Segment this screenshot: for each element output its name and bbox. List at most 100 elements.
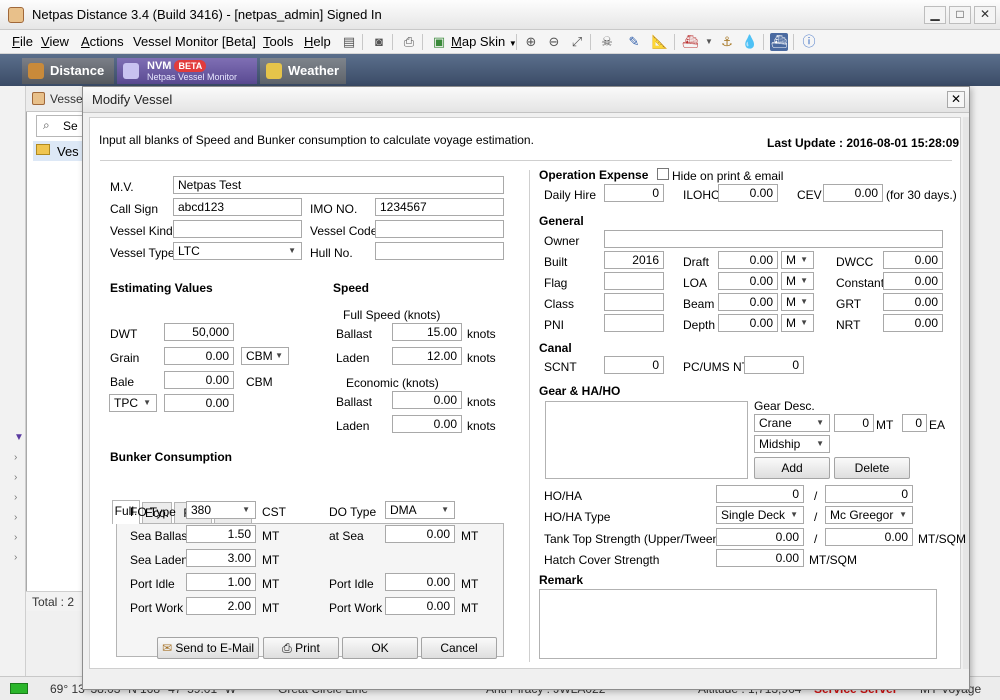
beam-unit-select[interactable]: M ▼ — [781, 293, 814, 311]
chevron-down-icon[interactable]: ▼ — [700, 33, 718, 51]
dwcc-field[interactable]: 0.00 — [883, 251, 943, 269]
eco-ballast-speed-field[interactable]: 0.00 — [392, 391, 462, 409]
hatch-cover-field[interactable]: 0.00 — [716, 549, 804, 567]
port-work-field[interactable]: 2.00 — [186, 597, 256, 615]
chevron-down-icon[interactable]: ▼ — [14, 432, 24, 443]
eco-laden-speed-field[interactable]: 0.00 — [392, 415, 462, 433]
do-port-work-field[interactable]: 0.00 — [385, 597, 455, 615]
owner-field[interactable] — [604, 230, 943, 248]
vessel-folder-item[interactable]: Ves — [33, 141, 86, 161]
call-sign-field[interactable]: abcd123 — [173, 198, 302, 216]
chevron-right-icon[interactable]: › — [14, 472, 17, 483]
ilohc-field[interactable]: 0.00 — [718, 184, 778, 202]
ha-field[interactable]: 0 — [825, 485, 913, 503]
vessel-search-input[interactable]: ⌕ Se — [36, 115, 86, 137]
full-ballast-speed-field[interactable]: 15.00 — [392, 323, 462, 341]
menu-view[interactable]: View — [41, 34, 69, 49]
grain-unit-select[interactable]: CBM ▼ — [241, 347, 289, 365]
ruler-icon[interactable]: 📐 — [651, 33, 669, 51]
notepad-icon[interactable]: ▤ — [340, 33, 358, 51]
nrt-field[interactable]: 0.00 — [883, 314, 943, 332]
remark-textarea[interactable] — [539, 589, 937, 659]
constant-field[interactable]: 0.00 — [883, 272, 943, 290]
hoha-type-select[interactable]: Single Deck ▼ — [716, 506, 804, 524]
vessel-type-select[interactable]: LTC ▼ — [173, 242, 302, 260]
print-button[interactable]: ⎙ Print — [263, 637, 339, 659]
depth-field[interactable]: 0.00 — [718, 314, 778, 332]
ho-field[interactable]: 0 — [716, 485, 804, 503]
chevron-right-icon[interactable]: › — [14, 552, 17, 563]
hide-on-print-checkbox[interactable] — [657, 168, 669, 180]
do-type-select[interactable]: DMA ▼ — [385, 501, 455, 519]
add-gear-button[interactable]: Add — [754, 457, 830, 479]
mv-field[interactable]: Netpas Test — [173, 176, 504, 194]
chevron-right-icon[interactable]: › — [14, 532, 17, 543]
delete-gear-button[interactable]: Delete — [834, 457, 910, 479]
edit-route-icon[interactable]: ✎ — [625, 33, 643, 51]
zoom-out-icon[interactable]: ⊖ — [545, 33, 563, 51]
minimize-button[interactable]: ▁ — [924, 6, 946, 24]
gear-type-select[interactable]: Crane ▼ — [754, 414, 830, 432]
pirate-icon[interactable]: ☠ — [598, 33, 616, 51]
tpc-select[interactable]: TPC ▼ — [109, 394, 157, 412]
tab-weather[interactable]: Weather — [260, 58, 346, 84]
hatch-type-select[interactable]: Mc Greegor ▼ — [825, 506, 913, 524]
fit-screen-icon[interactable]: ⤢ — [568, 33, 586, 51]
menu-actions[interactable]: Actions — [81, 34, 124, 49]
hull-no-field[interactable] — [375, 242, 504, 260]
close-app-button[interactable]: ✕ — [974, 6, 996, 24]
tank-top-tween-field[interactable]: 0.00 — [825, 528, 913, 546]
map-skin-menu[interactable]: Map Skin ▼ — [451, 34, 517, 49]
gear-mt-field[interactable]: 0 — [834, 414, 874, 432]
depth-unit-select[interactable]: M ▼ — [781, 314, 814, 332]
tpc-field[interactable]: 0.00 — [164, 394, 234, 412]
menu-vessel-monitor[interactable]: Vessel Monitor [Beta] — [133, 34, 256, 49]
dialog-scrollbar[interactable] — [963, 117, 969, 669]
drop-icon[interactable]: 💧 — [741, 33, 759, 51]
daily-hire-field[interactable]: 0 — [604, 184, 664, 202]
menu-file[interactable]: File — [12, 34, 33, 49]
send-email-button[interactable]: ✉ Send to E-Mail — [157, 637, 259, 659]
chevron-right-icon[interactable]: › — [14, 492, 17, 503]
full-laden-speed-field[interactable]: 12.00 — [392, 347, 462, 365]
chevron-right-icon[interactable]: › — [14, 452, 17, 463]
zoom-in-icon[interactable]: ⊕ — [522, 33, 540, 51]
built-field[interactable]: 2016 — [604, 251, 664, 269]
cev-field[interactable]: 0.00 — [823, 184, 883, 202]
port-idle-field[interactable]: 1.00 — [186, 573, 256, 591]
sea-ballast-field[interactable]: 1.50 — [186, 525, 256, 543]
loa-field[interactable]: 0.00 — [718, 272, 778, 290]
class-field[interactable] — [604, 293, 664, 311]
pni-field[interactable] — [604, 314, 664, 332]
maximize-button[interactable]: □ — [949, 6, 971, 24]
tab-distance[interactable]: Distance — [22, 58, 114, 84]
loa-unit-select[interactable]: M ▼ — [781, 272, 814, 290]
vessel-code-field[interactable] — [375, 220, 504, 238]
flag-field[interactable] — [604, 272, 664, 290]
weight-icon[interactable]: ⚓ — [718, 33, 736, 51]
tab-vessel-monitor[interactable]: NVM BETA Netpas Vessel Monitor — [117, 58, 257, 84]
printer-icon[interactable]: ⎙ — [400, 33, 418, 51]
fo-type-select[interactable]: 380 ▼ — [186, 501, 256, 519]
gear-ea-field[interactable]: 0 — [902, 414, 927, 432]
beam-field[interactable]: 0.00 — [718, 293, 778, 311]
vessel-kind-field[interactable] — [173, 220, 302, 238]
camera-icon[interactable]: ◙ — [370, 33, 388, 51]
do-port-idle-field[interactable]: 0.00 — [385, 573, 455, 591]
pcums-field[interactable]: 0 — [744, 356, 804, 374]
vessel-monitor-icon[interactable]: ⛴ — [770, 33, 788, 51]
tank-top-upper-field[interactable]: 0.00 — [716, 528, 804, 546]
scnt-field[interactable]: 0 — [604, 356, 664, 374]
dwt-field[interactable]: 50,000 — [164, 323, 234, 341]
gear-position-select[interactable]: Midship ▼ — [754, 435, 830, 453]
grt-field[interactable]: 0.00 — [883, 293, 943, 311]
imo-field[interactable]: 1234567 — [375, 198, 504, 216]
draft-field[interactable]: 0.00 — [718, 251, 778, 269]
cancel-button[interactable]: Cancel — [421, 637, 497, 659]
grain-field[interactable]: 0.00 — [164, 347, 234, 365]
sea-laden-field[interactable]: 3.00 — [186, 549, 256, 567]
do-at-sea-field[interactable]: 0.00 — [385, 525, 455, 543]
menu-tools[interactable]: Tools — [263, 34, 293, 49]
menu-help[interactable]: Help — [304, 34, 331, 49]
help-icon[interactable]: ⓘ — [800, 33, 818, 51]
